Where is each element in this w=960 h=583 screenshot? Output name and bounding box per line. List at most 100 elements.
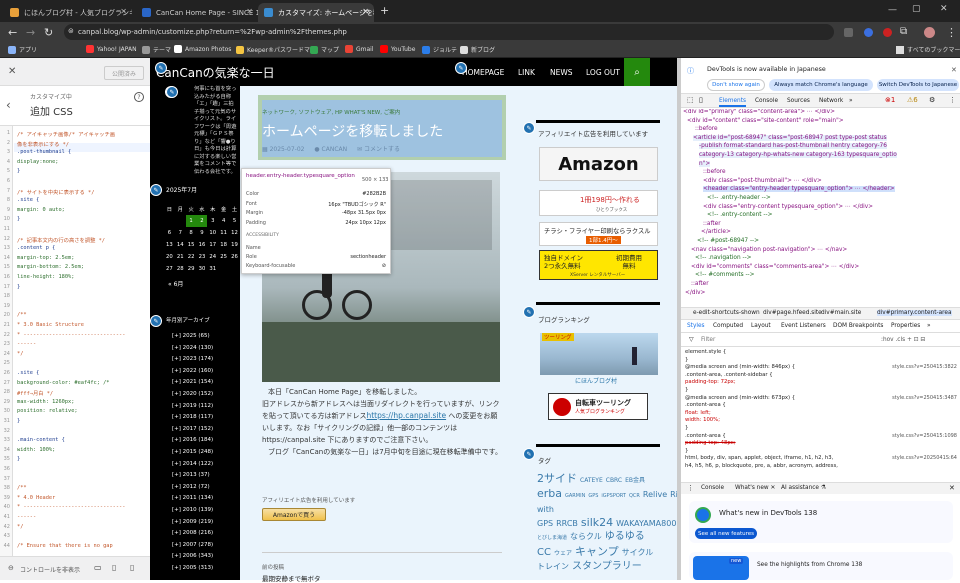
back-arrow-icon[interactable]: ← (8, 26, 17, 39)
archive-label[interactable]: 2022 (160) (183, 368, 214, 374)
expand-icon[interactable]: [+] (172, 368, 183, 374)
tag-link[interactable]: Relive (643, 490, 667, 499)
reload-icon[interactable]: ↻ (44, 26, 53, 39)
archive-item[interactable]: [+] 2018 (117) (172, 414, 213, 420)
archive-label[interactable]: 2021 (154) (183, 379, 214, 385)
edit-shortcut-icon[interactable]: ✎ (455, 62, 467, 74)
close-icon[interactable]: ✕ (951, 66, 957, 74)
archive-item[interactable]: [+] 2005 (313) (172, 565, 213, 571)
post-author[interactable]: CANCAN (322, 146, 348, 153)
tablet-preview-icon[interactable]: ▯ (112, 563, 116, 572)
expand-icon[interactable]: [+] (172, 333, 183, 339)
close-tab-icon[interactable]: ✕ (362, 7, 369, 16)
tab-nihon-blog[interactable]: にほんブログ村 - 人気ブログランキ… ✕ (4, 3, 132, 22)
mobile-preview-icon[interactable]: ▯ (130, 563, 134, 572)
archive-label[interactable]: 2025 (65) (183, 333, 210, 339)
archive-label[interactable]: 2018 (117) (183, 414, 214, 420)
archive-item[interactable]: [+] 2017 (152) (172, 426, 213, 432)
archive-item[interactable]: [+] 2015 (248) (172, 449, 213, 455)
calendar-day[interactable]: 25 (218, 251, 229, 263)
nav-link[interactable]: LINK (518, 68, 535, 77)
archive-item[interactable]: [+] 2010 (139) (172, 507, 213, 513)
calendar-day[interactable]: 12 (229, 227, 240, 239)
calendar-day[interactable]: 8 (186, 227, 197, 239)
tag-link[interactable]: ウェア (554, 550, 572, 557)
hide-controls-label[interactable]: コントロールを非表示 (20, 565, 80, 574)
ad-banner-xserver[interactable]: 独自ドメイン 2つ永久無料 初期費用 無料 XServer レンタルサーバー (539, 250, 658, 280)
dom-node[interactable]: </article> (701, 229, 731, 235)
archive-label[interactable]: 2017 (152) (183, 426, 214, 432)
extensions-puzzle-icon[interactable]: ⧉ (900, 26, 907, 37)
forward-arrow-icon[interactable]: → (26, 26, 35, 39)
nav-logout[interactable]: LOG OUT (586, 68, 620, 77)
highlight-card[interactable]: new See the highlights from Chrome 138 (689, 552, 953, 580)
post-categories[interactable]: ネットワーク, ソフトウェア, HP WHAT'S NEW, ご案内 (262, 108, 400, 116)
archive-item[interactable]: [+] 2008 (216) (172, 530, 213, 536)
tag-link[interactable]: ならクル (570, 532, 602, 541)
edit-shortcut-icon[interactable]: ✎ (155, 62, 167, 74)
archive-item[interactable]: [+] 2014 (122) (172, 461, 213, 467)
calendar-prev-link[interactable]: « 6月 (168, 279, 183, 288)
new-site-link[interactable]: https://hp.canpal.site (366, 411, 446, 420)
ad-banner-books[interactable]: 1冊198円〜作れる ひとりブックス (539, 190, 658, 216)
settings-gear-icon[interactable]: ⚙ (929, 96, 935, 104)
tag-link[interactable]: GPS (588, 493, 598, 499)
style-source-link[interactable]: style.css?v=2025041S:64 (892, 455, 957, 461)
expand-icon[interactable]: [+] (172, 484, 183, 490)
tag-link[interactable]: RRCB (556, 519, 578, 528)
expand-icon[interactable]: [+] (172, 449, 183, 455)
expand-icon[interactable]: [+] (172, 391, 183, 397)
calendar-day[interactable]: 11 (218, 227, 229, 239)
warning-icon[interactable]: ⚠6 (907, 96, 918, 104)
bookmark-item[interactable]: 新ブログ (460, 45, 495, 54)
all-bookmarks-item[interactable]: すべてのブックマーク (896, 45, 960, 54)
style-rule[interactable]: } (685, 425, 688, 431)
maximize-icon[interactable]: ▢ (912, 4, 921, 14)
ranking-caption[interactable]: にほんブログ村 (575, 376, 617, 385)
bookmark-item[interactable]: アプリ (8, 45, 37, 54)
calendar-day[interactable]: 6 (164, 227, 175, 239)
expand-icon[interactable]: [+] (172, 495, 183, 501)
archive-label[interactable]: 2010 (139) (183, 507, 214, 513)
style-source-link[interactable]: style.css?v=250415:3822 (892, 364, 957, 370)
ad-banner-raksul[interactable]: チラシ・フライヤー印刷ならラクスル 1部1.4円〜 (539, 222, 658, 246)
tag-link[interactable]: CATEYE (580, 477, 603, 484)
style-rule[interactable]: .content-area { (685, 433, 726, 439)
dont-show-again-button[interactable]: Don't show again (707, 79, 765, 91)
dom-node[interactable]: <div id="comments" class="comments-area"… (691, 264, 859, 270)
tag-link[interactable]: silk24 (581, 516, 613, 529)
archive-label[interactable]: 2023 (174) (183, 356, 214, 362)
crumb[interactable]: div#main.site (821, 310, 861, 316)
close-window-icon[interactable]: ✕ (940, 4, 948, 14)
tab-event-listeners[interactable]: Event Listeners (781, 323, 826, 329)
avatar[interactable] (924, 27, 935, 38)
archive-label[interactable]: 2008 (216) (183, 530, 214, 536)
expand-icon[interactable]: [+] (172, 553, 183, 559)
dom-node[interactable]: <div class="entry-content typesquare_opt… (703, 204, 873, 210)
style-rule[interactable]: element.style { (685, 349, 726, 355)
drawer-tab-whats-new[interactable]: What's new ✕ (735, 485, 775, 491)
tag-link[interactable]: iGPSPORT (601, 493, 626, 499)
switch-language-button[interactable]: Switch DevTools to Japanese (877, 79, 959, 91)
extension-icon[interactable] (864, 28, 873, 37)
expand-icon[interactable]: [+] (172, 379, 183, 385)
archive-item[interactable]: [+] 2021 (154) (172, 379, 213, 385)
expand-icon[interactable]: [+] (172, 507, 183, 513)
archive-item[interactable]: [+] 2013 (37) (172, 472, 210, 478)
hide-controls-icon[interactable]: ⊖ (8, 564, 14, 572)
close-tab-icon[interactable]: ✕ (246, 7, 253, 16)
style-source-link[interactable]: style.css?v=250415:1098 (892, 433, 957, 439)
archive-label[interactable]: 2007 (278) (183, 542, 214, 548)
dom-node[interactable]: -publish format-standard has-post-thumbn… (699, 143, 887, 150)
dom-node[interactable]: n"> (699, 160, 711, 167)
archive-label[interactable]: 2006 (343) (183, 553, 214, 559)
dom-node[interactable]: ::after (703, 221, 721, 227)
tab-customize[interactable]: カスタマイズ: ホームページを移転しま… ✕ (258, 3, 374, 22)
archive-item[interactable]: [+] 2024 (130) (172, 345, 213, 351)
calendar-day[interactable]: 13 (164, 239, 175, 251)
style-rule[interactable]: } (685, 357, 688, 363)
edit-shortcut-icon[interactable]: ✎ (166, 86, 178, 98)
calendar-day[interactable]: 30 (197, 263, 208, 275)
expand-icon[interactable]: [+] (172, 461, 183, 467)
style-rule[interactable]: padding-top: 72px; (685, 379, 736, 385)
